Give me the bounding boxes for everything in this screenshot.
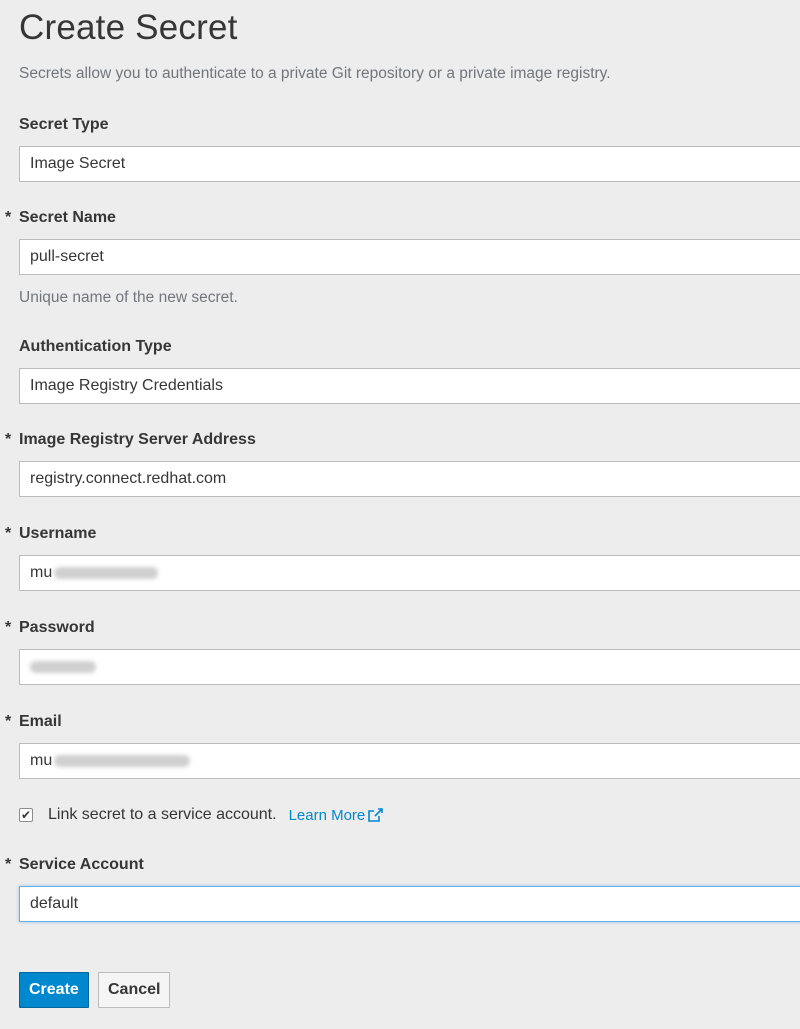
page-intro: Secrets allow you to authenticate to a p… [19,65,611,82]
auth-type-label: Authentication Type [19,338,172,355]
required-marker: * [5,619,12,636]
create-button[interactable]: Create [19,972,89,1008]
username-value: mu [30,564,53,581]
link-service-account-label[interactable]: Link secret to a service account. [48,806,277,824]
secret-name-help: Unique name of the new secret. [19,289,238,306]
password-input[interactable] [19,649,800,685]
email-label: Email [19,713,62,730]
redacted-text [54,754,191,767]
page-title: Create Secret [19,8,238,47]
redacted-password [30,660,96,673]
external-link-icon [368,808,384,822]
email-value: mu [30,752,53,769]
required-marker: * [5,431,12,448]
link-service-account-checkbox[interactable]: ✔ [19,808,33,822]
required-marker: * [5,856,12,873]
password-label: Password [19,619,95,636]
cancel-button[interactable]: Cancel [98,972,171,1008]
secret-type-label: Secret Type [19,116,109,133]
secret-name-input[interactable]: pull-secret [19,239,800,275]
secret-name-label: Secret Name [19,209,116,226]
learn-more-text: Learn More [288,806,366,824]
required-marker: * [5,525,12,542]
learn-more-link[interactable]: Learn More [289,807,384,824]
service-account-label: Service Account [19,856,144,873]
link-service-account-row: ✔ Link secret to a service account. Lear… [19,806,384,824]
email-input[interactable]: mu [19,743,800,779]
registry-label: Image Registry Server Address [19,431,256,448]
service-account-input[interactable]: default [19,886,800,922]
username-label: Username [19,525,97,542]
redacted-text [54,566,159,579]
secret-type-select[interactable]: Image Secret [19,146,800,182]
required-marker: * [5,713,12,730]
username-input[interactable]: mu [19,555,800,591]
registry-input[interactable]: registry.connect.redhat.com [19,461,800,497]
required-marker: * [5,209,12,226]
auth-type-select[interactable]: Image Registry Credentials [19,368,800,404]
